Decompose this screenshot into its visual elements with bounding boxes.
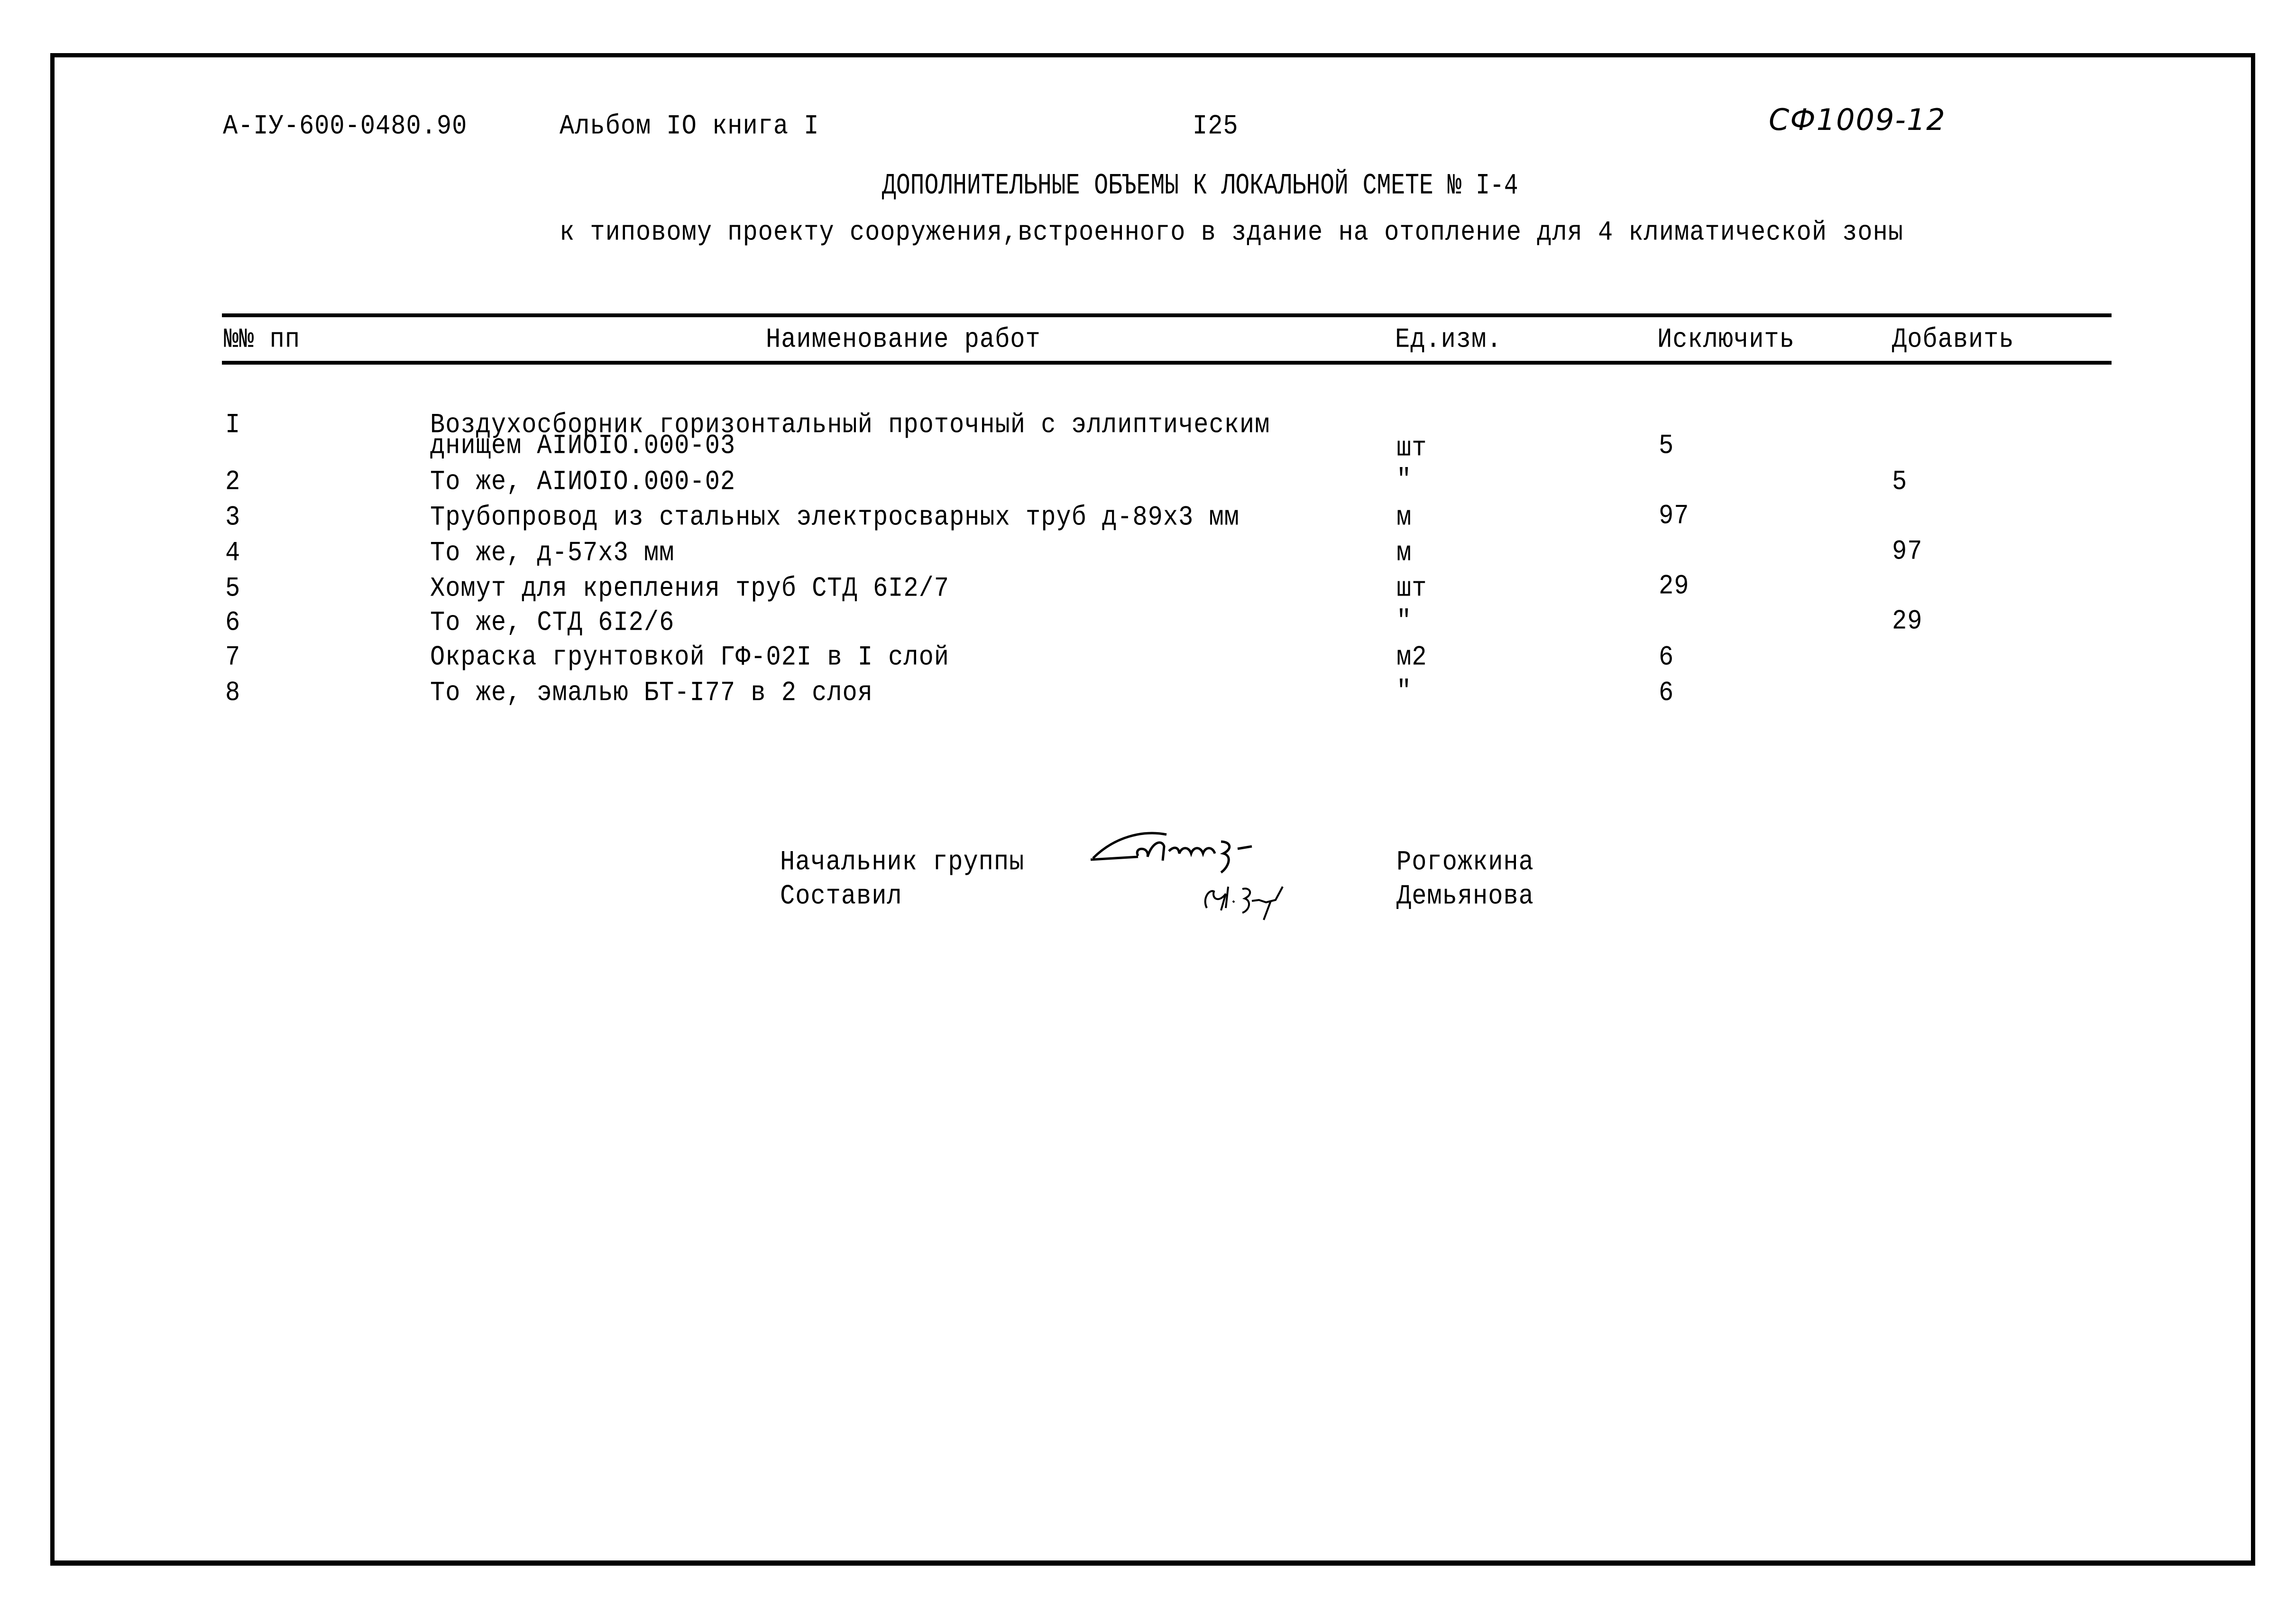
column-header-num: №№ пп bbox=[224, 324, 301, 356]
row-name: Трубопровод из стальных электросварных т… bbox=[430, 502, 1240, 533]
column-header-add: Добавить bbox=[1892, 324, 2014, 356]
row-unit: м bbox=[1396, 502, 1412, 533]
row-name: То же, АIИOIO.000-02 bbox=[430, 466, 736, 498]
doc-code: А-IУ-600-0480.90 bbox=[223, 110, 468, 142]
row-number: 4 bbox=[225, 537, 241, 569]
row-add: 97 bbox=[1892, 536, 1923, 568]
row-name: Окраска грунтовкой ГФ-02I в I слой bbox=[430, 642, 949, 673]
page-number: I25 bbox=[1193, 110, 1239, 142]
column-header-name: Наименование работ bbox=[766, 324, 1041, 356]
row-number: 2 bbox=[225, 466, 241, 498]
row-exclude: 6 bbox=[1659, 677, 1674, 709]
document-title: ДОПОЛНИТЕЛЬНЫЕ ОБЪЕМЫ К ЛОКАЛЬНОЙ СМЕТЕ … bbox=[882, 169, 1518, 203]
row-unit: шт bbox=[1396, 573, 1427, 605]
table-top-rule bbox=[222, 313, 2112, 317]
row-add: 29 bbox=[1892, 606, 1923, 637]
row-number: 5 bbox=[225, 573, 241, 605]
album-label: Альбом IO книга I bbox=[560, 110, 819, 142]
column-header-exclude: Исключить bbox=[1657, 324, 1795, 356]
row-unit: " bbox=[1396, 606, 1412, 637]
row-unit: м2 bbox=[1396, 642, 1427, 673]
handwritten-signature-icon bbox=[1090, 832, 1252, 874]
row-number: 8 bbox=[225, 677, 241, 709]
row-exclude: 5 bbox=[1659, 430, 1674, 462]
row-exclude: 97 bbox=[1659, 500, 1690, 532]
row-unit: " bbox=[1396, 464, 1412, 496]
signature-role: Составил bbox=[780, 881, 902, 912]
document-subtitle: к типовому проекту сооружения,встроенног… bbox=[560, 217, 1904, 248]
row-number: I bbox=[225, 409, 241, 441]
handwritten-stamp: СФ1009-12 bbox=[1769, 102, 1946, 137]
row-number: 3 bbox=[225, 502, 241, 533]
row-add: 5 bbox=[1892, 466, 1908, 498]
row-name: То же, СТД 6I2/6 bbox=[430, 607, 675, 639]
row-exclude: 6 bbox=[1659, 642, 1674, 673]
row-number: 7 bbox=[225, 642, 241, 673]
row-number: 6 bbox=[225, 607, 241, 639]
table-header-bottom-rule bbox=[222, 361, 2112, 365]
signatory-name: Рогожкина bbox=[1396, 846, 1534, 878]
row-unit: шт bbox=[1396, 432, 1427, 464]
page-frame bbox=[50, 53, 2255, 1566]
row-unit: м bbox=[1396, 537, 1412, 569]
row-exclude: 29 bbox=[1659, 570, 1690, 602]
handwritten-signature-icon bbox=[1204, 886, 1284, 920]
row-name: То же, д-57х3 мм bbox=[430, 537, 675, 569]
row-name-continued: днищем АIИOIO.000-03 bbox=[430, 430, 736, 462]
signature-role: Начальник группы bbox=[780, 846, 1025, 878]
row-name: Хомут для крепления труб СТД 6I2/7 bbox=[430, 573, 949, 605]
row-name: То же, эмалью БТ-I77 в 2 слоя bbox=[430, 677, 873, 709]
row-unit: " bbox=[1396, 676, 1412, 707]
column-header-unit: Ед.изм. bbox=[1395, 324, 1502, 356]
signatory-name: Демьянова bbox=[1396, 881, 1534, 912]
